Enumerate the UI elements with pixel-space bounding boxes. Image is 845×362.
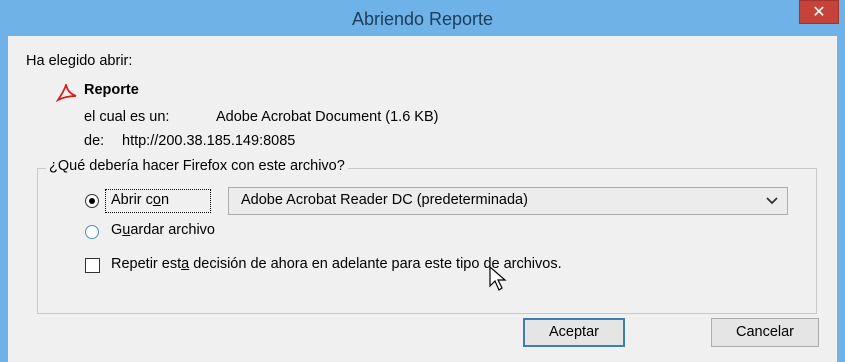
application-select[interactable]: Adobe Acrobat Reader DC (predeterminada) — [228, 187, 788, 215]
file-source-label: de: — [84, 133, 105, 149]
chevron-down-icon — [766, 197, 778, 205]
pdf-file-icon — [56, 84, 77, 102]
file-type-label: el cual es un: — [84, 109, 170, 125]
action-group-legend: ¿Qué debería hacer Firefox con este arch… — [46, 158, 348, 174]
file-type-value: Adobe Acrobat Document (1.6 KB) — [216, 109, 439, 125]
remember-decision-checkbox[interactable] — [85, 258, 100, 273]
mouse-cursor-icon — [489, 266, 507, 291]
application-select-value: Adobe Acrobat Reader DC (predeterminada) — [241, 192, 528, 208]
save-file-radio[interactable] — [85, 225, 99, 239]
open-with-label[interactable]: Abrir con — [111, 192, 169, 208]
file-name: Reporte — [84, 82, 139, 98]
intro-text: Ha elegido abrir: — [26, 53, 133, 69]
accept-button[interactable]: Aceptar — [523, 318, 625, 347]
cancel-button[interactable]: Cancelar — [711, 318, 819, 347]
close-icon: ✕ — [812, 4, 826, 21]
dialog-window: Abriendo Reporte ✕ Ha elegido abrir: Rep… — [0, 0, 845, 362]
open-with-radio[interactable] — [85, 194, 99, 208]
title-bar[interactable]: Abriendo Reporte ✕ — [0, 0, 845, 36]
window-title: Abriendo Reporte — [351, 9, 494, 29]
close-button[interactable]: ✕ — [799, 0, 839, 24]
dialog-body: Ha elegido abrir: Reporte el cual es un:… — [8, 36, 837, 362]
save-file-label[interactable]: Guardar archivo — [111, 222, 215, 238]
file-source-value: http://200.38.185.149:8085 — [122, 133, 296, 149]
